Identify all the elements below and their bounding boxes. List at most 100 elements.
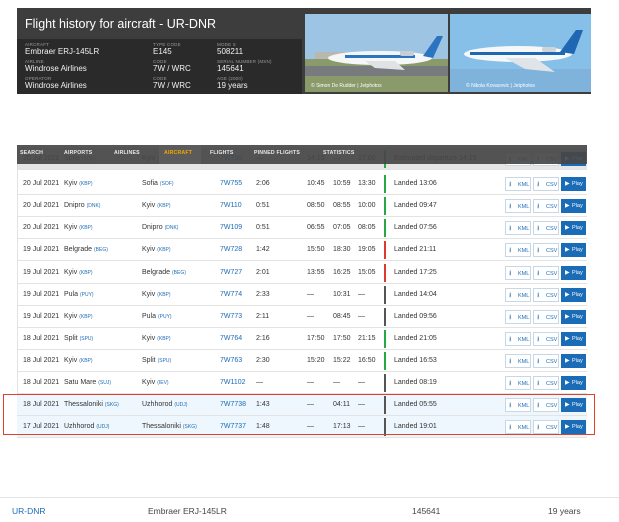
kml-download-button[interactable]: ⭳ KML [505,199,531,213]
nav-airports[interactable]: AIRPORTS [64,150,92,156]
destination[interactable]: Kyiv (KBP) [142,202,171,209]
origin[interactable]: Kyiv (KBP) [64,269,93,276]
play-label: Play [572,270,583,276]
origin[interactable]: Kyiv (KBP) [64,180,93,187]
csv-download-button[interactable]: ⭳ CSV [533,221,559,235]
aircraft-photo[interactable]: © Nikola Kovacevic | Jetphotos [450,14,591,92]
flight-row[interactable]: 20 Jul 2021 Kyiv (KBP) Dnipro (DNK) 7W109 0:… [17,217,587,239]
flight-date: 20 Jul 2021 [23,180,60,187]
download-icon: ⭳ [537,380,540,387]
flight-number-link[interactable]: 7W727 [220,269,242,276]
csv-download-button[interactable]: ⭳ CSV [533,266,559,280]
csv-download-button[interactable]: ⭳ CSV [533,199,559,213]
kml-download-button[interactable]: ⭳ KML [505,177,531,191]
origin[interactable]: Kyiv (KBP) [64,224,93,231]
nav-search[interactable]: SEARCH [20,150,43,156]
play-button[interactable]: ▶Play [561,177,586,191]
flight-row[interactable]: 19 Jul 2021 Belgrade (BEG) Kyiv (KBP) 7W728… [17,239,587,261]
destination[interactable]: Split (SPU) [142,357,171,364]
flight-number-link[interactable]: 7W764 [220,335,242,342]
nav-aircraft-active[interactable]: AIRCRAFT [159,145,201,164]
play-button[interactable]: ▶Play [561,354,586,368]
csv-download-button[interactable]: ⭳ CSV [533,288,559,302]
registration-link[interactable]: UR-DNR [12,506,46,516]
destination[interactable]: Dnipro (DNK) [142,224,178,231]
nav-statistics[interactable]: STATISTICS [323,150,355,156]
play-button[interactable]: ▶Play [561,332,586,346]
csv-download-button[interactable]: ⭳ CSV [533,354,559,368]
detail-value: 145641 [217,64,244,73]
csv-label: CSV [546,337,558,343]
csv-download-button[interactable]: ⭳ CSV [533,332,559,346]
flight-row[interactable]: 18 Jul 2021 Satu Mare (SUJ) Kyiv (IEV) 7W11… [17,372,587,394]
csv-download-button[interactable]: ⭳ CSV [533,310,559,324]
destination[interactable]: Sofia (SOF) [142,180,174,187]
kml-label: KML [518,337,530,343]
aircraft-photo[interactable]: © Simon De Rudder | Jetphotos [305,14,448,92]
flight-number-link[interactable]: 7W728 [220,246,242,253]
origin-city: Satu Mare [64,379,97,386]
kml-download-button[interactable]: ⭳ KML [505,376,531,390]
kml-download-button[interactable]: ⭳ KML [505,354,531,368]
csv-download-button[interactable]: ⭳ CSV [533,243,559,257]
destination-city: Kyiv [142,335,156,342]
origin-code: (DNK) [86,203,101,209]
actual-departure: 08:45 [333,313,351,320]
flight-row[interactable]: 20 Jul 2021 Dnipro (DNK) Kyiv (KBP) 7W110 0:… [17,195,587,217]
play-button[interactable]: ▶Play [561,310,586,324]
detail-operator-code: CODE 7W / WRC [153,76,191,90]
kml-download-button[interactable]: ⭳ KML [505,266,531,280]
flight-number-link[interactable]: 7W763 [220,357,242,364]
kml-label: KML [518,182,530,188]
play-button[interactable]: ▶Play [561,243,586,257]
origin[interactable]: Kyiv (KBP) [64,357,93,364]
flight-number-link[interactable]: 7W755 [220,180,242,187]
destination[interactable]: Kyiv (IEV) [142,379,169,386]
flight-number-link[interactable]: 7W774 [220,291,242,298]
flight-row[interactable]: 19 Jul 2021 Kyiv (KBP) Pula (PUY) 7W773 2:11… [17,306,587,328]
origin[interactable]: Dnipro (DNK) [64,202,100,209]
scheduled-departure: 15:50 [307,246,325,253]
origin[interactable]: Split (SPU) [64,335,93,342]
nav-flights[interactable]: FLIGHTS [210,150,234,156]
actual-departure: 16:25 [333,269,351,276]
play-button[interactable]: ▶Play [561,221,586,235]
destination[interactable]: Kyiv (KBP) [142,246,171,253]
kml-download-button[interactable]: ⭳ KML [505,288,531,302]
destination[interactable]: Pula (PUY) [142,313,172,320]
origin[interactable]: Belgrade (BEG) [64,246,108,253]
origin[interactable]: Pula (PUY) [64,291,94,298]
play-button[interactable]: ▶Play [561,376,586,390]
origin-city: Pula [64,291,79,298]
csv-download-button[interactable]: ⭳ CSV [533,177,559,191]
play-button[interactable]: ▶Play [561,199,586,213]
origin[interactable]: Satu Mare (SUJ) [64,379,111,386]
flight-number-link[interactable]: 7W110 [220,202,242,209]
play-button[interactable]: ▶Play [561,266,586,280]
kml-download-button[interactable]: ⭳ KML [505,221,531,235]
kml-download-button[interactable]: ⭳ KML [505,243,531,257]
flight-row[interactable]: 19 Jul 2021 Kyiv (KBP) Belgrade (BEG) 7W727… [17,262,587,284]
flight-row[interactable]: 18 Jul 2021 Split (SPU) Kyiv (KBP) 7W764 2:1… [17,328,587,350]
flight-row[interactable]: 18 Jul 2021 Kyiv (KBP) Split (SPU) 7W763 2:3… [17,350,587,372]
flight-duration: 1:42 [256,246,270,253]
flight-row[interactable]: 19 Jul 2021 Pula (PUY) Kyiv (KBP) 7W774 2:33… [17,284,587,306]
destination-city: Kyiv [142,202,156,209]
origin[interactable]: Kyiv (KBP) [64,313,93,320]
nav-pinned-flights[interactable]: PINNED FLIGHTS [254,150,300,156]
destination[interactable]: Kyiv (KBP) [142,335,171,342]
origin-city: Kyiv [64,224,78,231]
nav-airlines[interactable]: AIRLINES [114,150,140,156]
destination[interactable]: Belgrade (BEG) [142,269,186,276]
flight-number-link[interactable]: 7W1102 [220,379,246,386]
flight-number-link[interactable]: 7W109 [220,224,242,231]
flight-date: 18 Jul 2021 [23,357,60,364]
csv-download-button[interactable]: ⭳ CSV [533,376,559,390]
destination[interactable]: Kyiv (KBP) [142,291,171,298]
scheduled-arrival: — [358,291,365,298]
flight-number-link[interactable]: 7W773 [220,313,242,320]
flight-row[interactable]: 20 Jul 2021 Kyiv (KBP) Sofia (SOF) 7W755 2:0… [17,173,587,195]
play-button[interactable]: ▶Play [561,288,586,302]
kml-download-button[interactable]: ⭳ KML [505,310,531,324]
kml-download-button[interactable]: ⭳ KML [505,332,531,346]
